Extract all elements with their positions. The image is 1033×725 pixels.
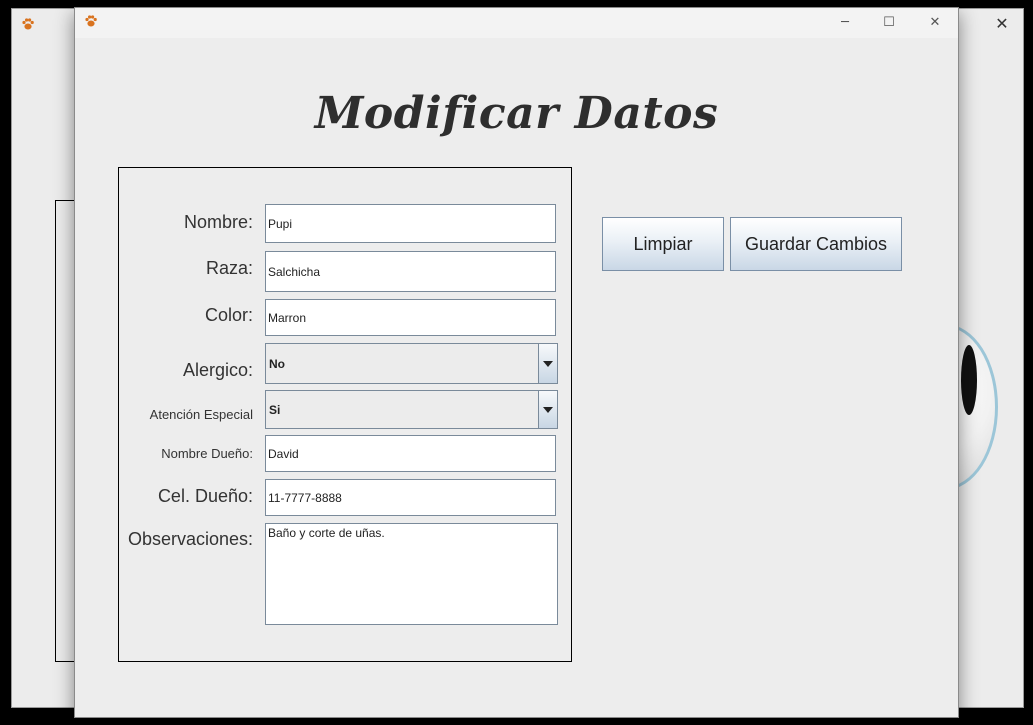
observaciones-label: Observaciones:: [127, 529, 253, 549]
chevron-down-icon[interactable]: [538, 344, 557, 383]
paw-icon: [22, 18, 34, 30]
nombre-dueno-field[interactable]: David: [265, 435, 556, 472]
raza-field[interactable]: Salchicha: [265, 251, 556, 292]
minimize-button[interactable]: ─: [823, 8, 867, 36]
cel-dueno-label: Cel. Dueño:: [157, 486, 253, 506]
maximize-button[interactable]: ☐: [867, 8, 911, 36]
observaciones-textarea[interactable]: Baño y corte de uñas.: [265, 523, 558, 625]
background-close-button[interactable]: ✕: [991, 14, 1013, 34]
cel-dueno-field[interactable]: 11-7777-8888: [265, 479, 556, 516]
close-button[interactable]: ✕: [913, 8, 957, 36]
atencion-especial-selected-value: Si: [269, 402, 281, 417]
nombre-field[interactable]: Pupi: [265, 204, 556, 243]
alergico-label: Alergico:: [182, 360, 253, 380]
save-changes-button[interactable]: Guardar Cambios: [730, 217, 902, 271]
atencion-especial-label: Atención Especial: [149, 407, 253, 422]
pet-form-panel: Nombre: Pupi Raza: Salchicha Color: Marr…: [118, 167, 572, 662]
paw-icon: [85, 15, 97, 27]
alergico-selected-value: No: [269, 356, 285, 371]
color-label: Color:: [204, 305, 253, 325]
nombre-label: Nombre:: [183, 212, 253, 232]
chevron-down-icon[interactable]: [538, 391, 557, 428]
titlebar: ─ ☐ ✕: [75, 8, 958, 38]
alergico-dropdown[interactable]: No: [265, 343, 558, 384]
clear-button[interactable]: Limpiar: [602, 217, 724, 271]
modify-data-window: ─ ☐ ✕ Modificar Datos Nombre: Pupi Raza:…: [74, 7, 959, 718]
atencion-especial-dropdown[interactable]: Si: [265, 390, 558, 429]
nombre-dueno-label: Nombre Dueño:: [161, 446, 253, 461]
raza-label: Raza:: [205, 258, 253, 278]
page-title: Modificar Datos: [314, 88, 719, 139]
color-field[interactable]: Marron: [265, 299, 556, 336]
